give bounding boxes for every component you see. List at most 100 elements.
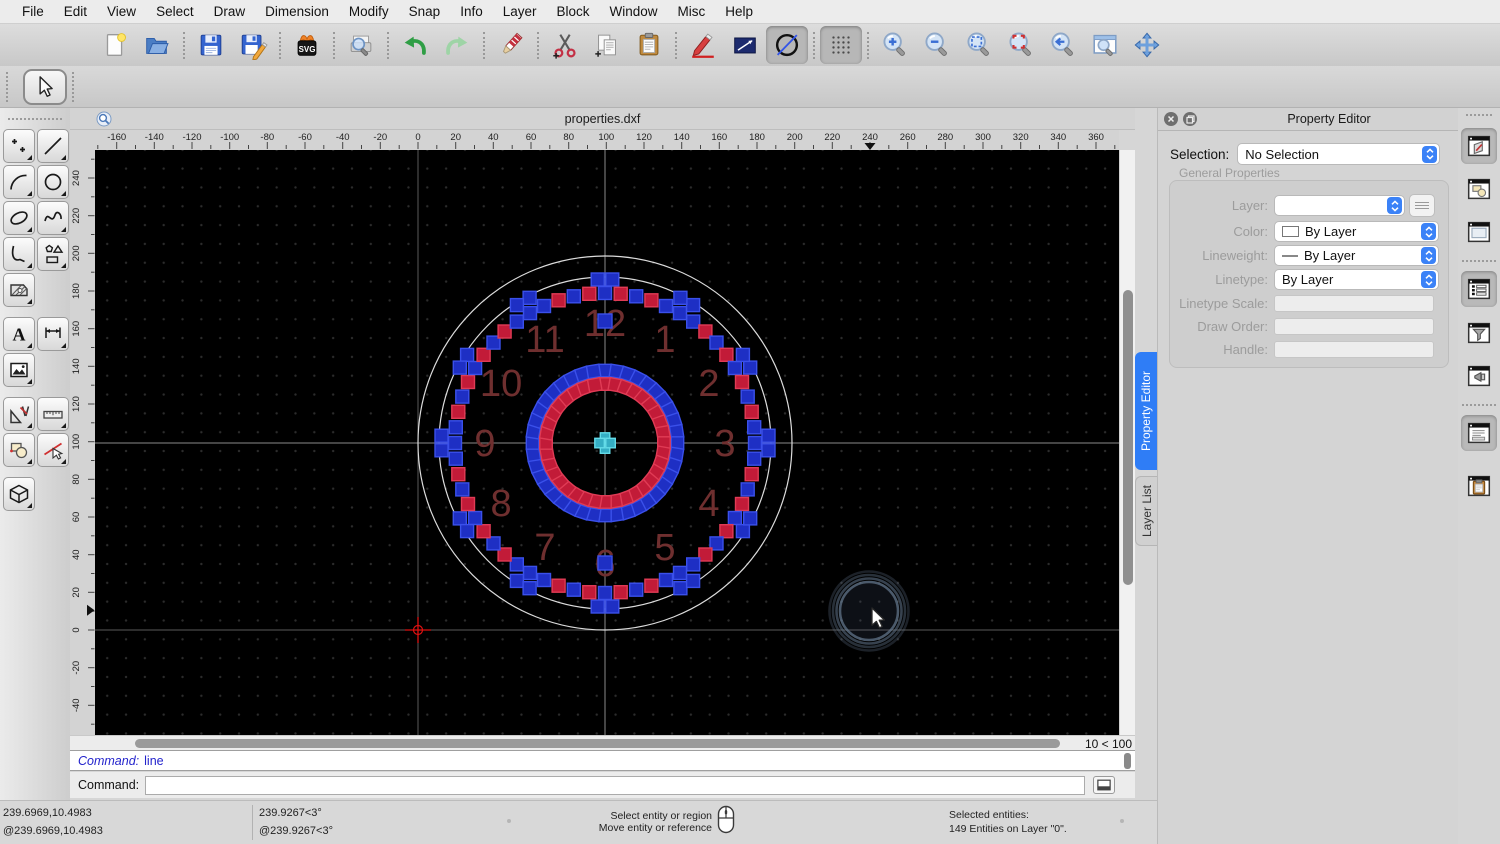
line-tool-button[interactable]	[724, 26, 766, 64]
save-as-button[interactable]	[232, 26, 274, 64]
menu-layer[interactable]: Layer	[493, 4, 547, 19]
menu-select[interactable]: Select	[146, 4, 204, 19]
svg-text:-60: -60	[298, 132, 312, 143]
menu-help[interactable]: Help	[715, 4, 763, 19]
canvas-vertical-scrollbar[interactable]	[1119, 150, 1135, 735]
tool-spline-button[interactable]	[37, 201, 69, 235]
selection-pointer-button[interactable]	[23, 68, 67, 105]
menu-dimension[interactable]: Dimension	[255, 4, 339, 19]
zoom-out-button[interactable]	[916, 26, 958, 64]
layer-combo[interactable]	[1274, 195, 1405, 216]
menu-window[interactable]: Window	[600, 4, 668, 19]
selection-combo[interactable]: No Selection	[1237, 143, 1441, 165]
pan-button[interactable]	[1126, 26, 1168, 64]
palette-drag-handle[interactable]	[8, 118, 62, 120]
drawing-canvas[interactable]: 123456789101112	[95, 150, 1119, 735]
handle-field[interactable]	[1274, 341, 1434, 358]
auto-zoom-button[interactable]	[958, 26, 1000, 64]
tool-ellipse-button[interactable]	[3, 201, 35, 235]
tool-draft-tools-button[interactable]	[3, 397, 35, 431]
canvas-horizontal-scrollbar[interactable]: 10 < 100	[70, 735, 1135, 751]
paste-button[interactable]	[628, 26, 670, 64]
tool-measure-button[interactable]	[37, 397, 69, 431]
menu-block[interactable]: Block	[547, 4, 600, 19]
save-button[interactable]	[190, 26, 232, 64]
vertical-scroll-thumb[interactable]	[1123, 290, 1133, 585]
undo-button[interactable]	[394, 26, 436, 64]
tool-image-button[interactable]	[3, 353, 35, 387]
panel-close-button[interactable]	[1164, 112, 1178, 126]
menu-snap[interactable]: Snap	[399, 4, 451, 19]
zoom-window-button[interactable]	[1000, 26, 1042, 64]
horizontal-scroll-track[interactable]	[88, 736, 1096, 751]
menu-info[interactable]: Info	[450, 4, 493, 19]
strip-drag-handle[interactable]	[1466, 114, 1492, 116]
command-input[interactable]	[145, 775, 1086, 795]
stepper-icon	[1422, 145, 1438, 163]
zoom-in-button[interactable]	[874, 26, 916, 64]
circle-tool-button[interactable]	[766, 26, 808, 64]
new-file-button[interactable]	[94, 26, 136, 64]
submenu-corner	[27, 263, 32, 268]
menu-edit[interactable]: Edit	[54, 4, 97, 19]
menu-draw[interactable]: Draw	[204, 4, 256, 19]
tool-dimension-button[interactable]	[37, 317, 69, 351]
window-funnel-panel-button[interactable]	[1461, 315, 1497, 351]
copy-button[interactable]	[586, 26, 628, 64]
tool-box3d-button[interactable]	[3, 477, 35, 511]
palette-spacer	[36, 272, 70, 306]
window-command-panel-button[interactable]	[1461, 415, 1497, 451]
lineweight-combo[interactable]: By Layer	[1274, 245, 1439, 266]
panel-float-button[interactable]	[1183, 112, 1197, 126]
svg-export-button[interactable]: SVG	[286, 26, 328, 64]
tool-line-button[interactable]	[37, 129, 69, 163]
tool-boolean-button[interactable]	[3, 433, 35, 467]
tab-property-editor[interactable]: Property Editor	[1135, 352, 1157, 470]
linetype-scale-field[interactable]	[1274, 295, 1434, 312]
draw-order-field[interactable]	[1274, 318, 1434, 335]
layer-menu-button[interactable]	[1409, 194, 1435, 217]
print-preview-button[interactable]	[340, 26, 382, 64]
clock-drawing[interactable]: 123456789101112	[95, 150, 1119, 735]
tool-points-button[interactable]	[3, 129, 35, 163]
redo-button[interactable]	[436, 26, 478, 64]
horizontal-scroll-thumb[interactable]	[135, 739, 1060, 748]
menu-view[interactable]: View	[97, 4, 146, 19]
tool-text-button[interactable]: A	[3, 317, 35, 351]
tool-arc-button[interactable]	[3, 165, 35, 199]
submenu-corner	[27, 191, 32, 196]
svg-text:3: 3	[714, 423, 735, 465]
tool-modify-trim-button[interactable]	[37, 433, 69, 467]
previous-view-button[interactable]	[1042, 26, 1084, 64]
linetype-combo[interactable]: By Layer	[1274, 269, 1439, 290]
window-megaphone-panel-button[interactable]	[1461, 358, 1497, 394]
command-window-toggle-button[interactable]	[1093, 776, 1116, 794]
tool-polyline-button[interactable]	[3, 237, 35, 271]
svg-text:300: 300	[975, 132, 991, 143]
layer-label: Layer:	[1231, 198, 1268, 213]
tool-hatch-button[interactable]	[3, 273, 35, 307]
color-combo[interactable]: By Layer	[1274, 221, 1439, 242]
window-blank-panel-button[interactable]	[1461, 214, 1497, 250]
window-list-panel-button[interactable]	[1461, 271, 1497, 307]
window-clipboard-panel-button[interactable]	[1461, 468, 1497, 504]
grid-toggle-button[interactable]	[820, 26, 862, 64]
menu-misc[interactable]: Misc	[668, 4, 716, 19]
command-history-scroll-thumb[interactable]	[1124, 753, 1131, 769]
color-label: Color:	[1233, 224, 1268, 239]
draw-pen-button[interactable]	[682, 26, 724, 64]
tool-shapes-button[interactable]	[37, 237, 69, 271]
zoom-selection-button[interactable]	[1084, 26, 1126, 64]
tool-circle-button[interactable]	[37, 165, 69, 199]
menu-modify[interactable]: Modify	[339, 4, 399, 19]
menu-file[interactable]: File	[12, 4, 54, 19]
palette-row: A	[0, 316, 70, 352]
delete-icon	[502, 32, 523, 54]
window-pencil-panel-button[interactable]	[1461, 128, 1497, 164]
color-combo-value: By Layer	[1305, 224, 1357, 239]
window-shapes-panel-button[interactable]	[1461, 171, 1497, 207]
delete-button[interactable]	[490, 26, 532, 64]
tab-layer-list[interactable]: Layer List	[1135, 476, 1157, 546]
open-file-button[interactable]	[136, 26, 178, 64]
cut-button[interactable]	[544, 26, 586, 64]
